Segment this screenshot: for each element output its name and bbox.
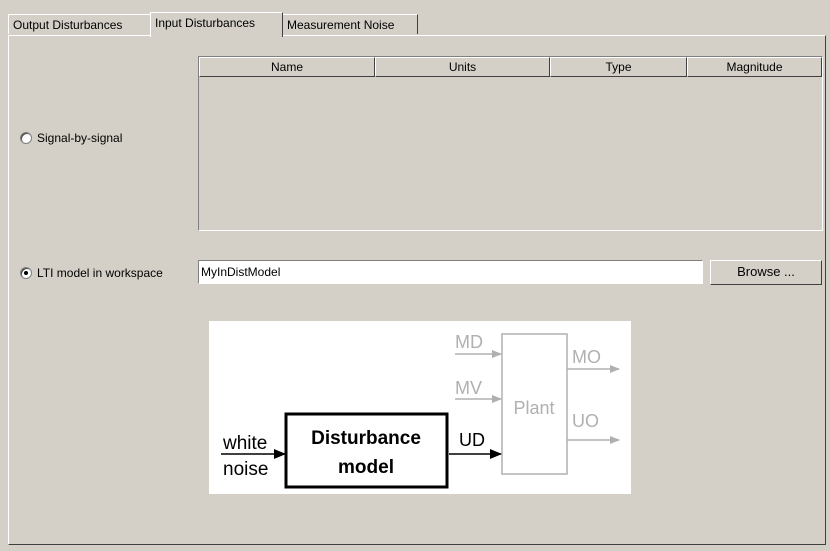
column-header-name[interactable]: Name — [199, 57, 375, 77]
signal-by-signal-radio[interactable] — [20, 132, 32, 144]
lti-model-option[interactable]: LTI model in workspace — [20, 266, 163, 280]
mv-label: MV — [455, 378, 482, 398]
model-name-input[interactable] — [198, 260, 703, 284]
tab-output-disturbances[interactable]: Output Disturbances — [8, 14, 151, 34]
column-header-type[interactable]: Type — [550, 57, 687, 77]
column-header-magnitude[interactable]: Magnitude — [687, 57, 822, 77]
lti-model-label: LTI model in workspace — [37, 266, 163, 280]
mo-label: MO — [572, 347, 601, 367]
noise-label: noise — [223, 459, 268, 480]
tab-input-disturbances[interactable]: Input Disturbances — [150, 12, 283, 37]
white-label: white — [222, 433, 267, 454]
disturbance-label-line2: model — [338, 457, 394, 478]
lti-model-radio[interactable] — [20, 267, 32, 279]
ud-label: UD — [459, 430, 485, 450]
disturbance-model-diagram: Plant MD MV MO UO Disturbance model whit… — [209, 321, 631, 494]
plant-label: Plant — [513, 398, 554, 418]
table-header: Name Units Type Magnitude — [199, 57, 822, 77]
disturbance-label-line1: Disturbance — [311, 428, 421, 449]
md-label: MD — [455, 332, 483, 352]
tab-measurement-noise[interactable]: Measurement Noise — [282, 14, 418, 34]
signal-table[interactable]: Name Units Type Magnitude — [198, 56, 823, 231]
column-header-units[interactable]: Units — [375, 57, 550, 77]
signal-by-signal-option[interactable]: Signal-by-signal — [20, 131, 122, 145]
signal-by-signal-label: Signal-by-signal — [37, 131, 123, 145]
browse-button[interactable]: Browse ... — [710, 260, 822, 285]
uo-label: UO — [572, 411, 599, 431]
